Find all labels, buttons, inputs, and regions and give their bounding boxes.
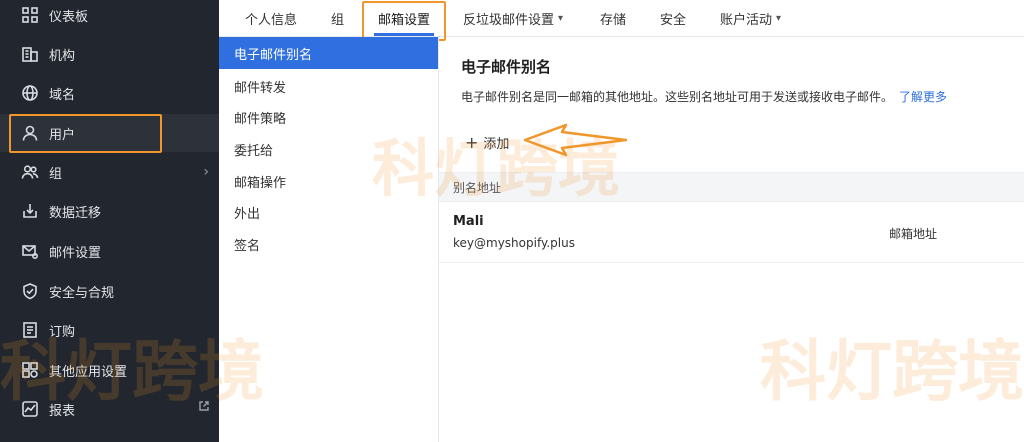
tab-security[interactable]: 安全 (660, 0, 686, 37)
description-text: 电子邮件别名是同一邮箱的其他地址。这些别名地址可用于发送或接收电子邮件。 (461, 90, 894, 104)
group-icon (21, 163, 39, 181)
tab-label: 组 (331, 13, 345, 28)
subnav-item-signature[interactable]: 签名 (219, 228, 438, 260)
sidebar-item-label: 组 (49, 166, 63, 182)
chevron-right-icon: › (203, 164, 209, 180)
top-tab-bar: 个人信息 组 邮箱设置 反垃圾邮件设置 ▾ 存储 安全 账户活动 ▾ (219, 0, 1024, 37)
building-icon (21, 45, 39, 63)
sidebar-item-label: 机构 (49, 48, 76, 64)
tab-label: 存储 (600, 13, 627, 28)
chevron-down-icon: ▾ (776, 13, 782, 24)
sidebar-item-label: 数据迁移 (49, 205, 102, 221)
external-link-icon (198, 400, 210, 412)
subnav-item-mailbox-actions[interactable]: 邮箱操作 (219, 165, 438, 197)
tab-label: 反垃圾邮件设置 (463, 13, 555, 28)
alias-email: key@myshopify.plus (453, 236, 575, 250)
annotation-arrow-icon (523, 123, 628, 157)
sidebar-item-label: 安全与合规 (49, 285, 115, 301)
sidebar-item-label: 邮件设置 (49, 245, 102, 261)
tab-personal-info[interactable]: 个人信息 (245, 0, 297, 37)
sidebar-item-data-migration[interactable]: 数据迁移 (0, 192, 219, 230)
tab-label: 账户活动 (720, 13, 773, 28)
page-description: 电子邮件别名是同一邮箱的其他地址。这些别名地址可用于发送或接收电子邮件。 了解更多 (461, 88, 947, 105)
apps-icon (21, 361, 39, 379)
subscription-icon (21, 321, 39, 339)
subnav-item-out-of-office[interactable]: 外出 (219, 196, 438, 228)
users-highlight-box (9, 114, 162, 153)
sidebar-item-mail-settings[interactable]: 邮件设置 (0, 232, 219, 270)
sidebar-item-subscription[interactable]: 订购 (0, 311, 219, 349)
sidebar-item-label: 仪表板 (49, 9, 89, 25)
chart-icon (21, 400, 39, 418)
sidebar-item-label: 报表 (49, 403, 76, 419)
tab-storage[interactable]: 存储 (600, 0, 626, 37)
add-label: 添加 (483, 137, 510, 152)
subnav-item-mail-policy[interactable]: 邮件策略 (219, 101, 438, 133)
column-header-alias: 别名地址 (453, 180, 502, 195)
alias-type: 邮箱地址 (889, 227, 938, 241)
subnav-item-delegate-to[interactable]: 委托给 (219, 133, 438, 165)
chevron-down-icon: ▾ (558, 13, 564, 24)
tab-account-activity[interactable]: 账户活动 ▾ (720, 0, 781, 37)
learn-more-link[interactable]: 了解更多 (899, 90, 947, 104)
sub-navigation: 电子邮件别名 邮件转发 邮件策略 委托给 邮箱操作 外出 签名 (219, 37, 439, 442)
plus-icon: + (465, 133, 479, 152)
page-title: 电子邮件别名 (461, 58, 552, 76)
mailbox-tab-highlight-box (362, 1, 446, 41)
tab-groups[interactable]: 组 (331, 0, 344, 37)
sidebar-item-other-app-settings[interactable]: 其他应用设置 (0, 351, 219, 389)
alias-name: Mali (453, 214, 484, 229)
main-content: 电子邮件别名 电子邮件别名是同一邮箱的其他地址。这些别名地址可用于发送或接收电子… (439, 37, 1024, 442)
sidebar-item-reports[interactable]: 报表 (0, 390, 219, 428)
shield-icon (21, 282, 39, 300)
globe-icon (21, 84, 39, 102)
sidebar-item-security-compliance[interactable]: 安全与合规 (0, 272, 219, 310)
subnav-item-email-alias[interactable]: 电子邮件别名 (219, 37, 438, 69)
table-row[interactable]: Mali key@myshopify.plus 邮箱地址 (439, 203, 1024, 263)
table-header: 别名地址 (439, 172, 1024, 202)
mail-settings-icon (21, 242, 39, 260)
sidebar-item-label: 订购 (49, 324, 76, 340)
dashboard-icon (21, 6, 39, 24)
add-alias-button[interactable]: + 添加 (465, 133, 509, 152)
sidebar-item-organization[interactable]: 机构 (0, 35, 219, 73)
sidebar-item-label: 其他应用设置 (49, 364, 128, 380)
tab-label: 个人信息 (245, 13, 298, 28)
subnav-item-mail-forwarding[interactable]: 邮件转发 (219, 70, 438, 102)
sidebar-item-domains[interactable]: 域名 (0, 74, 219, 112)
migration-icon (21, 202, 39, 220)
tab-label: 安全 (660, 13, 687, 28)
sidebar-item-dashboard[interactable]: 仪表板 (0, 0, 219, 34)
sidebar-item-label: 域名 (49, 87, 76, 103)
sidebar: 仪表板 机构 域名 用户 组 › 数据迁移 邮件设置 安全与合规 订购 其他应用… (0, 0, 219, 442)
sidebar-item-groups[interactable]: 组 › (0, 153, 219, 191)
tab-spam-settings[interactable]: 反垃圾邮件设置 ▾ (463, 0, 563, 37)
